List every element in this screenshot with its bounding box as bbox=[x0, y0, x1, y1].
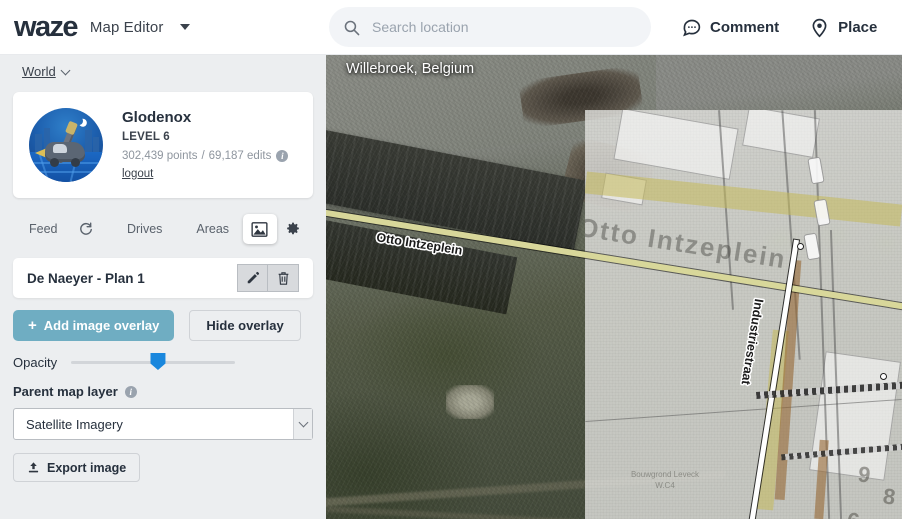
map-pin-icon bbox=[812, 18, 827, 37]
info-icon[interactable]: i bbox=[124, 385, 137, 398]
add-image-overlay-label: Add image overlay bbox=[43, 318, 160, 333]
opacity-label: Opacity bbox=[13, 355, 58, 370]
overlay-actions-row: + Add image overlay Hide overlay bbox=[13, 310, 313, 341]
refresh-icon bbox=[80, 222, 93, 235]
image-icon bbox=[251, 221, 268, 237]
wazer-avatar[interactable] bbox=[29, 108, 103, 182]
parent-map-layer-select[interactable]: Satellite Imagery bbox=[13, 408, 313, 440]
tab-drives[interactable]: Drives bbox=[117, 214, 172, 244]
trash-icon bbox=[278, 271, 288, 285]
info-icon[interactable]: i bbox=[276, 149, 289, 162]
tab-settings[interactable] bbox=[279, 214, 307, 244]
tab-refresh[interactable] bbox=[70, 214, 103, 244]
place-label: Place bbox=[838, 18, 878, 36]
tab-image-overlays[interactable] bbox=[243, 214, 277, 244]
road-junction-node[interactable] bbox=[880, 373, 887, 380]
user-level: LEVEL 6 bbox=[122, 130, 170, 143]
edits-value: 69,187 edits bbox=[208, 149, 272, 162]
export-image-button[interactable]: Export image bbox=[13, 453, 141, 482]
points-value: 302,439 points bbox=[122, 149, 198, 162]
scope-label: World bbox=[22, 64, 56, 79]
waze-logo: waze bbox=[14, 10, 79, 43]
overlay-delete-button[interactable] bbox=[268, 264, 299, 292]
overlay-name: De Naeyer - Plan 1 bbox=[27, 270, 145, 286]
tab-areas-label: Areas bbox=[196, 222, 230, 236]
app-title: Map Editor bbox=[89, 18, 164, 36]
parent-map-layer-row: Parent map layer i bbox=[13, 384, 313, 399]
plan-annotation-text: Bouwgrond Leveck W.C4 bbox=[630, 470, 700, 490]
scope-row: World bbox=[0, 55, 326, 81]
select-dropdown-arrow[interactable] bbox=[293, 409, 312, 439]
place-button[interactable]: Place bbox=[809, 17, 877, 38]
search-input[interactable] bbox=[370, 8, 637, 46]
comment-bubble-icon bbox=[683, 19, 701, 36]
road-junction-node[interactable] bbox=[797, 243, 804, 250]
brand-zone: waze Map Editor bbox=[0, 0, 326, 55]
parent-map-layer-label: Parent map layer bbox=[13, 384, 118, 399]
waze-map-editor-app: waze Map Editor Comment Place bbox=[0, 0, 902, 519]
tab-feed[interactable]: Feed bbox=[19, 214, 68, 244]
chevron-down-icon bbox=[298, 417, 308, 428]
sidebar: World Glodenox LEVEL 6 302,439 points / … bbox=[0, 55, 326, 519]
top-bar: waze Map Editor Comment Place bbox=[0, 0, 902, 55]
image-overlay-layer[interactable]: Otto Intzeplein Bouwgrond Leveck W.C4 9 … bbox=[585, 110, 902, 519]
plan-digit: 6 bbox=[845, 507, 861, 519]
opacity-slider[interactable] bbox=[71, 353, 235, 370]
parent-map-layer-selected-value: Satellite Imagery bbox=[26, 416, 123, 432]
add-image-overlay-button[interactable]: + Add image overlay bbox=[13, 310, 175, 341]
gear-icon bbox=[286, 222, 299, 235]
scope-selector[interactable]: World bbox=[22, 64, 71, 79]
tab-feed-label: Feed bbox=[29, 222, 58, 236]
sidebar-tabbar-inner: Feed Drives Areas bbox=[13, 210, 313, 248]
upload-icon bbox=[27, 461, 40, 474]
parent-map-layer-select-wrap: Satellite Imagery bbox=[13, 408, 313, 440]
chevron-down-icon bbox=[60, 65, 71, 75]
user-stats: 302,439 points / 69,187 edits i bbox=[122, 149, 289, 162]
comment-button[interactable]: Comment bbox=[681, 17, 779, 38]
search-bar[interactable] bbox=[329, 7, 651, 47]
search-icon bbox=[344, 20, 360, 35]
username: Glodenox bbox=[122, 108, 192, 126]
profile-card: Glodenox LEVEL 6 302,439 points / 69,187… bbox=[13, 92, 313, 198]
logout-link[interactable]: logout bbox=[122, 168, 153, 180]
sidebar-tabbar: Feed Drives Areas bbox=[13, 210, 313, 248]
tab-drives-label: Drives bbox=[126, 222, 163, 236]
plus-icon: + bbox=[28, 317, 37, 334]
overlay-list-item[interactable]: De Naeyer - Plan 1 bbox=[13, 258, 313, 298]
export-image-label: Export image bbox=[47, 460, 127, 475]
stats-separator: / bbox=[201, 149, 205, 162]
hide-overlay-button[interactable]: Hide overlay bbox=[189, 310, 301, 341]
tab-areas[interactable]: Areas bbox=[186, 214, 239, 244]
opacity-control: Opacity bbox=[13, 353, 313, 370]
map-canvas[interactable]: Otto Intzeplein Bouwgrond Leveck W.C4 9 … bbox=[326, 55, 902, 519]
export-row: Export image bbox=[13, 453, 313, 482]
chevron-down-icon[interactable] bbox=[180, 24, 191, 30]
opacity-slider-handle[interactable] bbox=[150, 353, 166, 370]
profile-info: Glodenox LEVEL 6 302,439 points / 69,187… bbox=[122, 108, 289, 182]
comment-label: Comment bbox=[710, 18, 780, 36]
pencil-icon bbox=[247, 271, 259, 284]
overlay-edit-button[interactable] bbox=[237, 264, 268, 292]
